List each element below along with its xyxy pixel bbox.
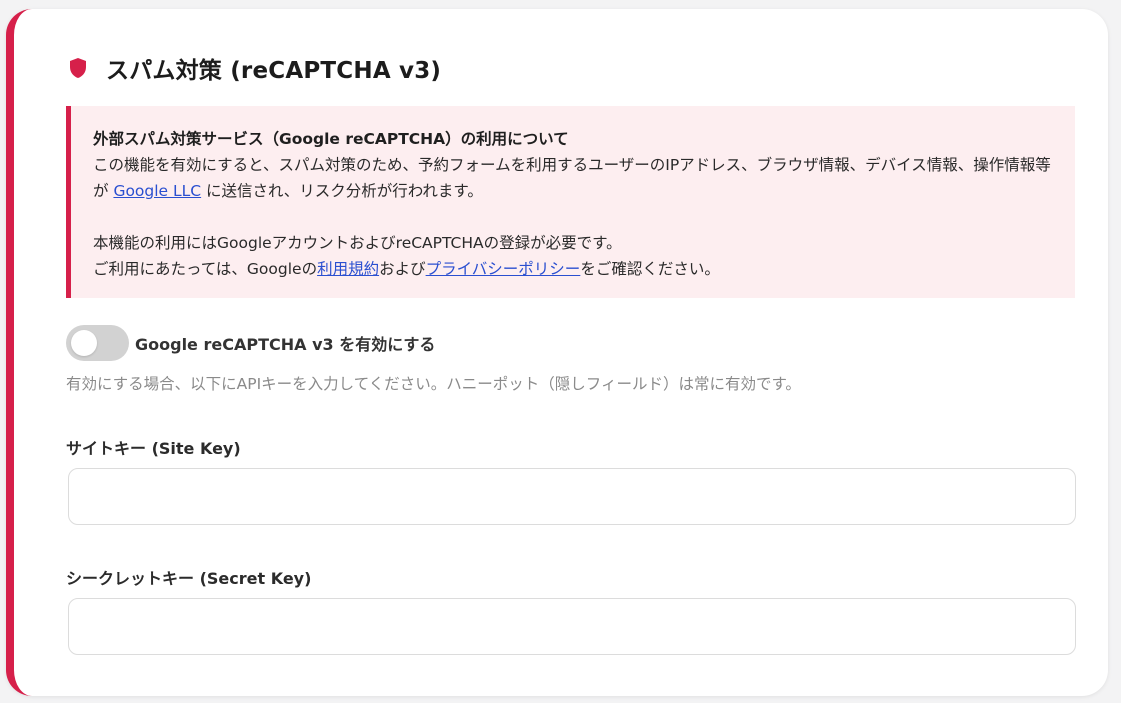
toggle-knob <box>71 330 97 356</box>
secret-key-label: シークレットキー (Secret Key) <box>66 569 312 588</box>
secret-key-input[interactable] <box>68 598 1076 655</box>
notice-text: および <box>379 260 426 278</box>
privacy-policy-link[interactable]: プライバシーポリシー <box>426 260 581 278</box>
shield-icon <box>68 57 88 79</box>
notice-paragraph-2: 本機能の利用にはGoogleアカウントおよびreCAPTCHAの登録が必要です。 <box>93 234 622 252</box>
site-key-label: サイトキー (Site Key) <box>66 439 241 458</box>
google-llc-link[interactable]: Google LLC <box>113 182 201 200</box>
notice-text: ご利用にあたっては、Googleの <box>93 260 318 278</box>
enable-recaptcha-row: Google reCAPTCHA v3 を有効にする <box>66 325 435 361</box>
notice-paragraph-3: ご利用にあたっては、Googleの利用規約およびプライバシーポリシーをご確認くだ… <box>93 256 1051 282</box>
enable-recaptcha-toggle[interactable] <box>66 325 129 361</box>
api-key-hint: 有効にする場合、以下にAPIキーを入力してください。ハニーポット（隠しフィールド… <box>66 375 801 393</box>
notice-paragraph-1: この機能を有効にすると、スパム対策のため、予約フォームを利用するユーザーのIPア… <box>93 152 1051 204</box>
terms-link[interactable]: 利用規約 <box>317 260 379 278</box>
privacy-notice: 外部スパム対策サービス（Google reCAPTCHA）の利用について この機… <box>66 106 1075 298</box>
notice-text: をご確認ください。 <box>580 260 720 278</box>
recaptcha-settings-card: スパム対策 (reCAPTCHA v3) 外部スパム対策サービス（Google … <box>6 9 1108 696</box>
site-key-input[interactable] <box>68 468 1076 525</box>
notice-text: に送信され、リスク分析が行われます。 <box>201 182 483 200</box>
notice-title: 外部スパム対策サービス（Google reCAPTCHA）の利用について <box>93 130 569 148</box>
section-title: スパム対策 (reCAPTCHA v3) <box>106 58 442 84</box>
enable-recaptcha-label[interactable]: Google reCAPTCHA v3 を有効にする <box>135 331 435 355</box>
section-header: スパム対策 (reCAPTCHA v3) <box>68 51 441 85</box>
